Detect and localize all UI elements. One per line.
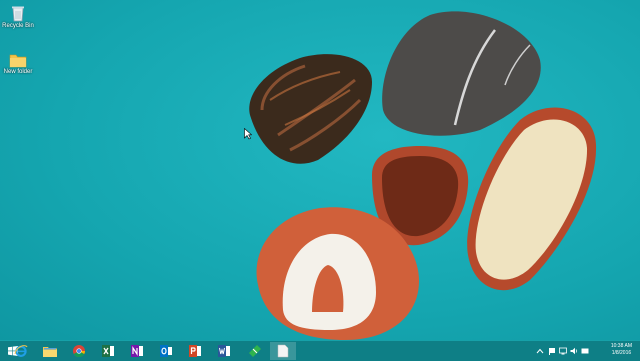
word-icon bbox=[218, 345, 230, 357]
outlook-icon bbox=[160, 345, 172, 357]
wallpaper-stone-4 bbox=[467, 107, 597, 291]
wallpaper bbox=[249, 11, 597, 340]
desktop[interactable]: Recycle Bin New folder bbox=[0, 0, 640, 340]
taskbar-app[interactable] bbox=[242, 342, 268, 360]
volume-icon[interactable] bbox=[570, 347, 578, 355]
taskbar-word[interactable] bbox=[211, 342, 237, 360]
clock-date: 1/8/2016 bbox=[611, 350, 632, 356]
chrome-icon bbox=[73, 345, 85, 358]
document-icon bbox=[277, 344, 289, 358]
network-icon[interactable] bbox=[559, 347, 567, 355]
wallpaper-stone-2 bbox=[382, 11, 541, 136]
file-explorer-icon bbox=[43, 346, 57, 357]
powerpoint-icon bbox=[189, 345, 201, 357]
mouse-cursor bbox=[244, 128, 252, 140]
desktop-icon-label: Recycle Bin bbox=[2, 23, 34, 29]
recycle-bin-icon bbox=[12, 6, 24, 22]
flag-icon[interactable] bbox=[548, 347, 556, 355]
excel-icon bbox=[102, 345, 114, 357]
taskbar-internet-explorer[interactable] bbox=[8, 342, 34, 360]
desktop-icon-label: New folder bbox=[3, 69, 33, 75]
taskbar: 10:38 AM 1/8/2016 bbox=[0, 340, 640, 361]
desktop-icon-recycle-bin[interactable]: Recycle Bin bbox=[1, 4, 35, 30]
clock-time: 10:38 AM bbox=[610, 343, 632, 349]
taskbar-onenote[interactable] bbox=[124, 342, 150, 360]
taskbar-file-explorer[interactable] bbox=[37, 342, 63, 360]
wallpaper-stone-1 bbox=[249, 54, 372, 164]
taskbar-powerpoint[interactable] bbox=[182, 342, 208, 360]
system-tray: 10:38 AM 1/8/2016 bbox=[530, 341, 640, 361]
show-hidden-icons-icon[interactable] bbox=[536, 347, 544, 355]
app-icon bbox=[249, 345, 261, 357]
taskbar-excel[interactable] bbox=[95, 342, 121, 360]
clock[interactable]: 10:38 AM 1/8/2016 bbox=[611, 343, 632, 357]
onenote-icon bbox=[131, 345, 143, 357]
keyboard-icon[interactable] bbox=[581, 347, 589, 355]
taskbar-chrome[interactable] bbox=[66, 342, 92, 360]
internet-explorer-icon bbox=[14, 345, 28, 357]
folder-icon bbox=[9, 54, 27, 68]
taskbar-outlook[interactable] bbox=[153, 342, 179, 360]
desktop-icon-new-folder[interactable]: New folder bbox=[1, 52, 35, 76]
taskbar-document[interactable] bbox=[270, 342, 296, 360]
